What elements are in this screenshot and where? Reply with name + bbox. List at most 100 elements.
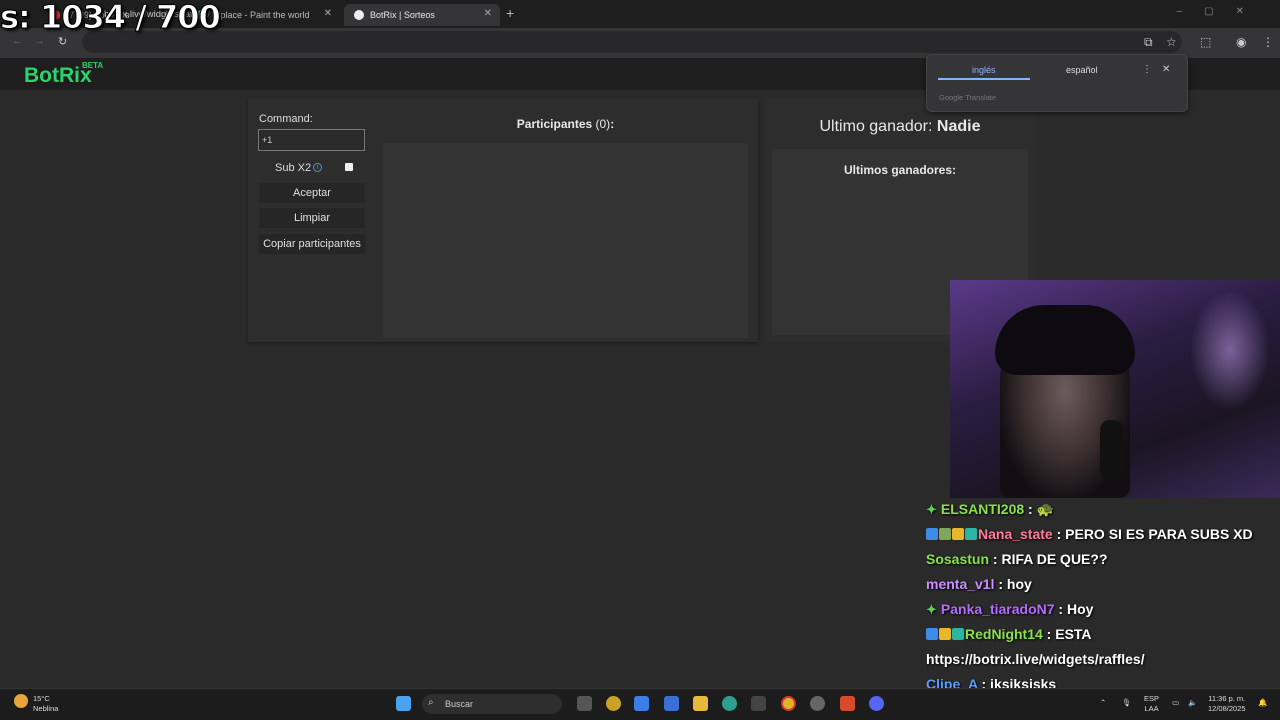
chat-text: : 🐢 bbox=[1024, 501, 1055, 517]
translate-tab-indicator bbox=[938, 78, 1030, 80]
teal-badge-icon bbox=[965, 528, 977, 540]
blue-badge-icon bbox=[926, 528, 938, 540]
lang-secondary: LAA bbox=[1144, 704, 1159, 713]
weather-icon[interactable] bbox=[14, 694, 28, 708]
chat-message: https://botrix.live/widgets/raffles/ bbox=[926, 648, 1280, 673]
reload-icon[interactable]: ↻ bbox=[58, 35, 67, 48]
tab-botrix[interactable]: BotRix | Sorteos ✕ bbox=[344, 4, 500, 26]
store-icon[interactable] bbox=[664, 696, 679, 711]
translate-tab-english[interactable]: inglés bbox=[972, 65, 996, 75]
webcam-overlay bbox=[950, 280, 1280, 498]
chat-username: Panka_tiaradoN7 bbox=[940, 601, 1055, 617]
app-icon[interactable] bbox=[810, 696, 825, 711]
participants-list bbox=[383, 143, 748, 338]
discord-icon[interactable] bbox=[869, 696, 884, 711]
chat-text: : RIFA DE QUE?? bbox=[989, 551, 1108, 567]
command-input[interactable] bbox=[258, 129, 365, 151]
participants-count: (0) bbox=[595, 117, 611, 131]
language-indicator[interactable]: ESP LAA bbox=[1144, 694, 1159, 714]
lang-primary: ESP bbox=[1144, 694, 1160, 703]
microphone-icon[interactable]: 🎙 bbox=[1122, 698, 1132, 708]
participants-title-label: Participantes bbox=[516, 117, 593, 131]
forward-icon[interactable]: → bbox=[34, 35, 45, 47]
chat-text: : Hoy bbox=[1054, 601, 1094, 617]
participants-colon: : bbox=[610, 117, 615, 131]
translate-popup bbox=[926, 54, 1188, 112]
chat-username: RedNight14 bbox=[965, 626, 1043, 642]
chat-text: : hoy bbox=[994, 576, 1032, 592]
info-icon[interactable]: i bbox=[313, 163, 322, 172]
window-controls[interactable]: –▢✕ bbox=[1177, 6, 1266, 17]
close-icon[interactable]: ✕ bbox=[324, 8, 332, 19]
more-options-icon[interactable]: ⋮ bbox=[1142, 64, 1152, 75]
chat-username: ELSANTI208 bbox=[940, 501, 1025, 517]
last-winner-label: Ultimo ganador: bbox=[819, 118, 933, 135]
beta-badge: BETA bbox=[82, 61, 104, 70]
webcam-light bbox=[1190, 290, 1270, 410]
stream-counter-overlay: s: 1034 / 700 bbox=[0, 0, 221, 37]
app-icon[interactable] bbox=[606, 696, 621, 711]
last-winner-value: Nadie bbox=[936, 118, 981, 135]
command-label: Command: bbox=[259, 113, 313, 125]
back-icon[interactable]: ← bbox=[12, 35, 23, 47]
chat-username: Sosastun bbox=[926, 551, 990, 567]
profile-icon[interactable]: ◉ bbox=[1236, 35, 1246, 49]
copilot-icon[interactable] bbox=[634, 696, 649, 711]
taskbar-search-text: Buscar bbox=[445, 699, 474, 709]
translate-icon[interactable]: ⧉ bbox=[1144, 35, 1153, 50]
accept-button[interactable]: Aceptar bbox=[259, 183, 365, 203]
clear-button[interactable]: Limpiar bbox=[259, 208, 365, 228]
chat-text: : PERO SI ES PARA SUBS XD bbox=[1052, 526, 1253, 542]
chat-message: menta_v1l : hoy bbox=[926, 573, 1280, 598]
notifications-icon[interactable]: 🔔 bbox=[1258, 698, 1267, 708]
url-field[interactable] bbox=[82, 31, 1182, 53]
tab-wplace-label: Wplace - Paint the world bbox=[212, 10, 310, 20]
chat-message: Sosastun : RIFA DE QUE?? bbox=[926, 548, 1280, 573]
blue-badge-icon bbox=[926, 628, 938, 640]
botrix-tab-icon bbox=[354, 10, 364, 20]
new-tab-icon[interactable]: + bbox=[506, 5, 514, 21]
sub-x2-checkbox[interactable] bbox=[345, 163, 353, 171]
clock-date: 12/08/2025 bbox=[1208, 704, 1246, 713]
translate-tab-spanish[interactable]: español bbox=[1066, 65, 1098, 75]
chat-username: Nana_state bbox=[978, 526, 1053, 542]
chat-message: ✦ ELSANTI208 : 🐢 bbox=[926, 498, 1280, 523]
copy-participants-button[interactable]: Copiar participantes bbox=[259, 234, 365, 254]
star-badge-icon: ✦ bbox=[926, 602, 937, 617]
chat-message: ✦ Panka_tiaradoN7 : Hoy bbox=[926, 598, 1280, 623]
extensions-icon[interactable]: ⬚ bbox=[1200, 35, 1211, 49]
app-icon[interactable] bbox=[840, 696, 855, 711]
participants-title: Participantes (0): bbox=[383, 117, 748, 131]
windows-start-icon[interactable] bbox=[396, 696, 411, 711]
chevron-up-icon[interactable]: ⌃ bbox=[1100, 698, 1106, 708]
teal-badge-icon bbox=[952, 628, 964, 640]
last-winners-title: Ultimos ganadores: bbox=[843, 163, 957, 177]
chat-message: Nana_state : PERO SI ES PARA SUBS XD bbox=[926, 523, 1280, 548]
chrome-icon[interactable] bbox=[781, 696, 796, 711]
menu-icon[interactable]: ⋮ bbox=[1262, 35, 1274, 49]
search-icon: ⌕ bbox=[428, 697, 434, 708]
sub-x2-label: Sub X2 bbox=[275, 162, 312, 174]
star-badge-icon: ✦ bbox=[926, 502, 937, 517]
clock[interactable]: 11:36 p. m. 12/08/2025 bbox=[1208, 694, 1246, 714]
task-view-icon[interactable] bbox=[577, 696, 592, 711]
gold-badge-icon bbox=[939, 628, 951, 640]
close-icon[interactable]: ✕ bbox=[1162, 64, 1170, 75]
network-icon[interactable]: ▭ bbox=[1172, 698, 1179, 708]
file-explorer-icon[interactable] bbox=[693, 696, 708, 711]
green-badge-icon bbox=[939, 528, 951, 540]
edge-icon[interactable] bbox=[722, 696, 737, 711]
bookmark-star-icon[interactable]: ☆ bbox=[1166, 35, 1177, 49]
webcam-hair bbox=[995, 305, 1135, 375]
volume-icon[interactable]: 🔈 bbox=[1188, 698, 1197, 708]
weather-desc: Neblina bbox=[33, 704, 59, 713]
weather-temp: 15°C bbox=[33, 694, 50, 703]
chat-message: RedNight14 : ESTA bbox=[926, 623, 1280, 648]
translate-footer: Google Translate bbox=[939, 93, 997, 102]
weather-widget[interactable]: 15°C Neblina bbox=[33, 694, 58, 714]
gold-badge-icon bbox=[952, 528, 964, 540]
last-winner: Ultimo ganador: Nadie bbox=[772, 118, 1028, 136]
close-icon[interactable]: ✕ bbox=[484, 8, 492, 19]
app-icon[interactable] bbox=[751, 696, 766, 711]
taskbar-search[interactable] bbox=[422, 694, 562, 714]
